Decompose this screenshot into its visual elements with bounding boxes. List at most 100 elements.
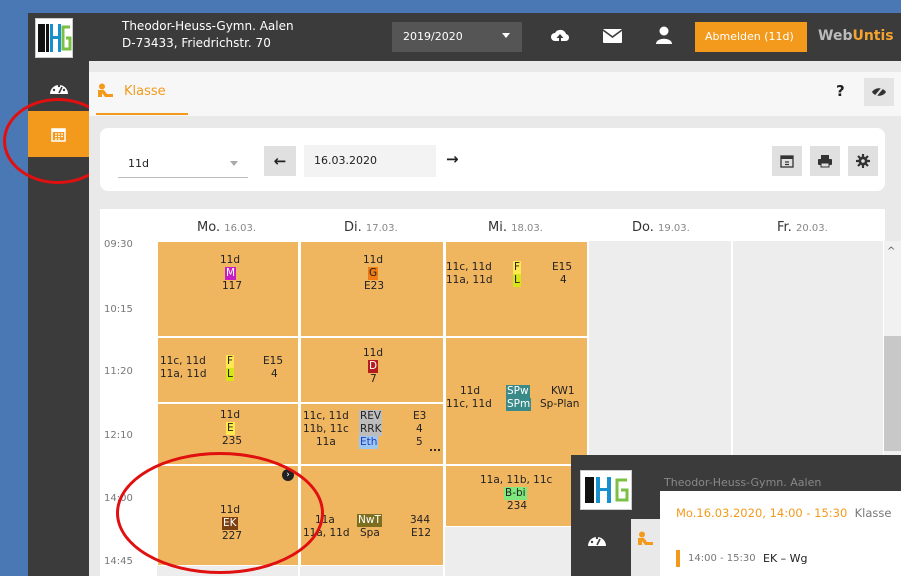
- lesson-subject: G: [368, 267, 379, 280]
- eye-slash-icon: [872, 85, 886, 99]
- webuntis-brand: WebUntis: [818, 28, 894, 44]
- lesson-card[interactable]: 11d D 7: [300, 337, 444, 403]
- lesson-room: 7: [370, 373, 377, 385]
- lesson-room: KW1: [551, 385, 575, 397]
- logout-label: Abmelden (11d): [705, 30, 794, 43]
- lesson-details-title: Mo.16.03.2020, 14:00 - 15:30 Klasse: [676, 506, 891, 520]
- brand-web: Web: [818, 28, 853, 44]
- lesson-room: 234: [507, 500, 528, 512]
- calendar-icon: [780, 155, 794, 168]
- lesson-subject: M: [225, 267, 237, 280]
- lesson-room: E23: [364, 280, 384, 292]
- lesson-card[interactable]: 11c, 11d F E15 11a, 11d L 4: [157, 337, 299, 403]
- lesson-subject: L: [226, 368, 234, 381]
- lesson-details-klasse: Klasse: [854, 506, 892, 520]
- lesson-details-time: 14:00 - 15:30: [688, 553, 756, 564]
- lesson-subject: REV: [359, 410, 383, 423]
- lesson-details-datetime: Mo.16.03.2020, 14:00 - 15:30: [676, 506, 848, 520]
- lesson-class: 11a: [316, 436, 336, 448]
- school-logo: [35, 18, 73, 58]
- popup-school-name: Theodor-Heuss-Gymn. Aalen: [664, 476, 822, 489]
- time-label: 14:45: [104, 556, 133, 567]
- calendar-picker-button[interactable]: [772, 146, 802, 176]
- scroll-up-icon[interactable]: ^: [887, 246, 895, 257]
- lesson-class: 11c, 11d: [160, 355, 206, 367]
- help-button[interactable]: ?: [836, 82, 845, 100]
- dashboard-gauge-icon[interactable]: [49, 80, 69, 99]
- lesson-class: 11d: [363, 347, 384, 359]
- chevron-down-icon: [230, 161, 238, 166]
- print-icon: [818, 155, 832, 168]
- lesson-subject: NwT: [357, 514, 382, 527]
- arrow-right-icon: →: [446, 150, 459, 168]
- time-label: 11:20: [104, 366, 133, 377]
- student-icon: [96, 83, 114, 102]
- lesson-class: 11d: [220, 254, 241, 266]
- lesson-subject: E: [226, 422, 235, 435]
- lesson-card[interactable]: 11d SPw KW1 11c, 11d SPm Sp-Plan: [445, 337, 588, 465]
- lesson-card[interactable]: 11d M 117: [157, 241, 299, 337]
- lesson-class: 11a, 11d: [446, 274, 493, 286]
- lesson-room: 4: [560, 274, 567, 286]
- popup-school-logo: [580, 470, 632, 510]
- chevron-down-icon: [502, 33, 510, 38]
- date-input[interactable]: 16.03.2020: [304, 145, 436, 177]
- class-select[interactable]: 11d: [118, 147, 248, 178]
- time-label: 10:15: [104, 304, 133, 315]
- school-address: D-73433, Friedrichstr. 70: [122, 36, 271, 50]
- mail-icon[interactable]: [602, 29, 623, 47]
- scrollbar-thumb[interactable]: [884, 336, 901, 451]
- class-select-value: 11d: [128, 157, 149, 170]
- more-indicator[interactable]: ...: [429, 442, 441, 455]
- lesson-class: 11c, 11d: [446, 398, 492, 410]
- time-label: 09:30: [104, 239, 133, 250]
- school-name: Theodor-Heuss-Gymn. Aalen: [122, 19, 294, 33]
- brand-untis: Untis: [852, 28, 894, 44]
- lesson-subject: Eth: [359, 436, 379, 449]
- previous-week-button[interactable]: ←: [264, 146, 296, 176]
- next-week-button[interactable]: →: [446, 150, 459, 168]
- lesson-room: E3: [413, 410, 427, 422]
- dashboard-gauge-icon[interactable]: [587, 532, 607, 551]
- print-button[interactable]: [810, 146, 840, 176]
- hide-button[interactable]: [864, 78, 894, 106]
- logout-button[interactable]: Abmelden (11d): [695, 22, 807, 52]
- lesson-room: 4: [271, 368, 278, 380]
- school-year-select[interactable]: 2019/2020: [392, 22, 522, 52]
- lesson-class: 11c, 11d: [303, 410, 349, 422]
- lesson-card[interactable]: 11c, 11d REV E3 11b, 11c RRK 4 11a Eth 5…: [300, 403, 444, 465]
- lesson-card[interactable]: 11c, 11d F E15 11a, 11d L 4: [445, 241, 588, 337]
- settings-button[interactable]: [848, 146, 878, 176]
- lesson-subject: F: [513, 261, 522, 274]
- sub-header: [89, 72, 901, 116]
- lesson-room: E15: [552, 261, 572, 273]
- lesson-card[interactable]: 11d G E23: [300, 241, 444, 337]
- lesson-room: 117: [222, 280, 243, 292]
- lesson-class: 11c, 11d: [446, 261, 492, 273]
- day-header-mi: Mi. 18.03.: [488, 220, 543, 235]
- lesson-room: 5: [416, 436, 423, 448]
- lesson-class: 11d: [460, 385, 481, 397]
- lesson-subject: SPm: [506, 398, 532, 411]
- day-header-fr: Fr. 20.03.: [777, 220, 828, 235]
- lesson-subject: B-bi: [504, 487, 527, 500]
- user-icon[interactable]: [656, 26, 672, 48]
- tab-underline: [96, 113, 188, 115]
- date-value: 16.03.2020: [314, 154, 377, 167]
- lesson-details-subject: EK – Wg: [763, 552, 808, 565]
- lesson-room: 4: [416, 423, 423, 435]
- tab-klasse[interactable]: Klasse: [124, 84, 166, 99]
- lesson-class: 11a, 11b, 11c: [480, 474, 553, 486]
- lesson-room: E15: [263, 355, 283, 367]
- lesson-room: Sp-Plan: [540, 398, 580, 410]
- arrow-left-icon: ←: [273, 152, 287, 170]
- lesson-class: 11b, 11c: [303, 423, 349, 435]
- day-header-do: Do. 19.03.: [632, 220, 690, 235]
- lesson-subject: L: [513, 274, 521, 287]
- lesson-room: E12: [411, 527, 431, 539]
- lesson-card[interactable]: 11a, 11b, 11c B-bi 234: [445, 465, 588, 527]
- day-header-di: Di. 17.03.: [344, 220, 398, 235]
- student-icon: [636, 531, 654, 550]
- highlight-circle-lesson: [116, 452, 324, 574]
- cloud-upload-icon[interactable]: [550, 27, 570, 49]
